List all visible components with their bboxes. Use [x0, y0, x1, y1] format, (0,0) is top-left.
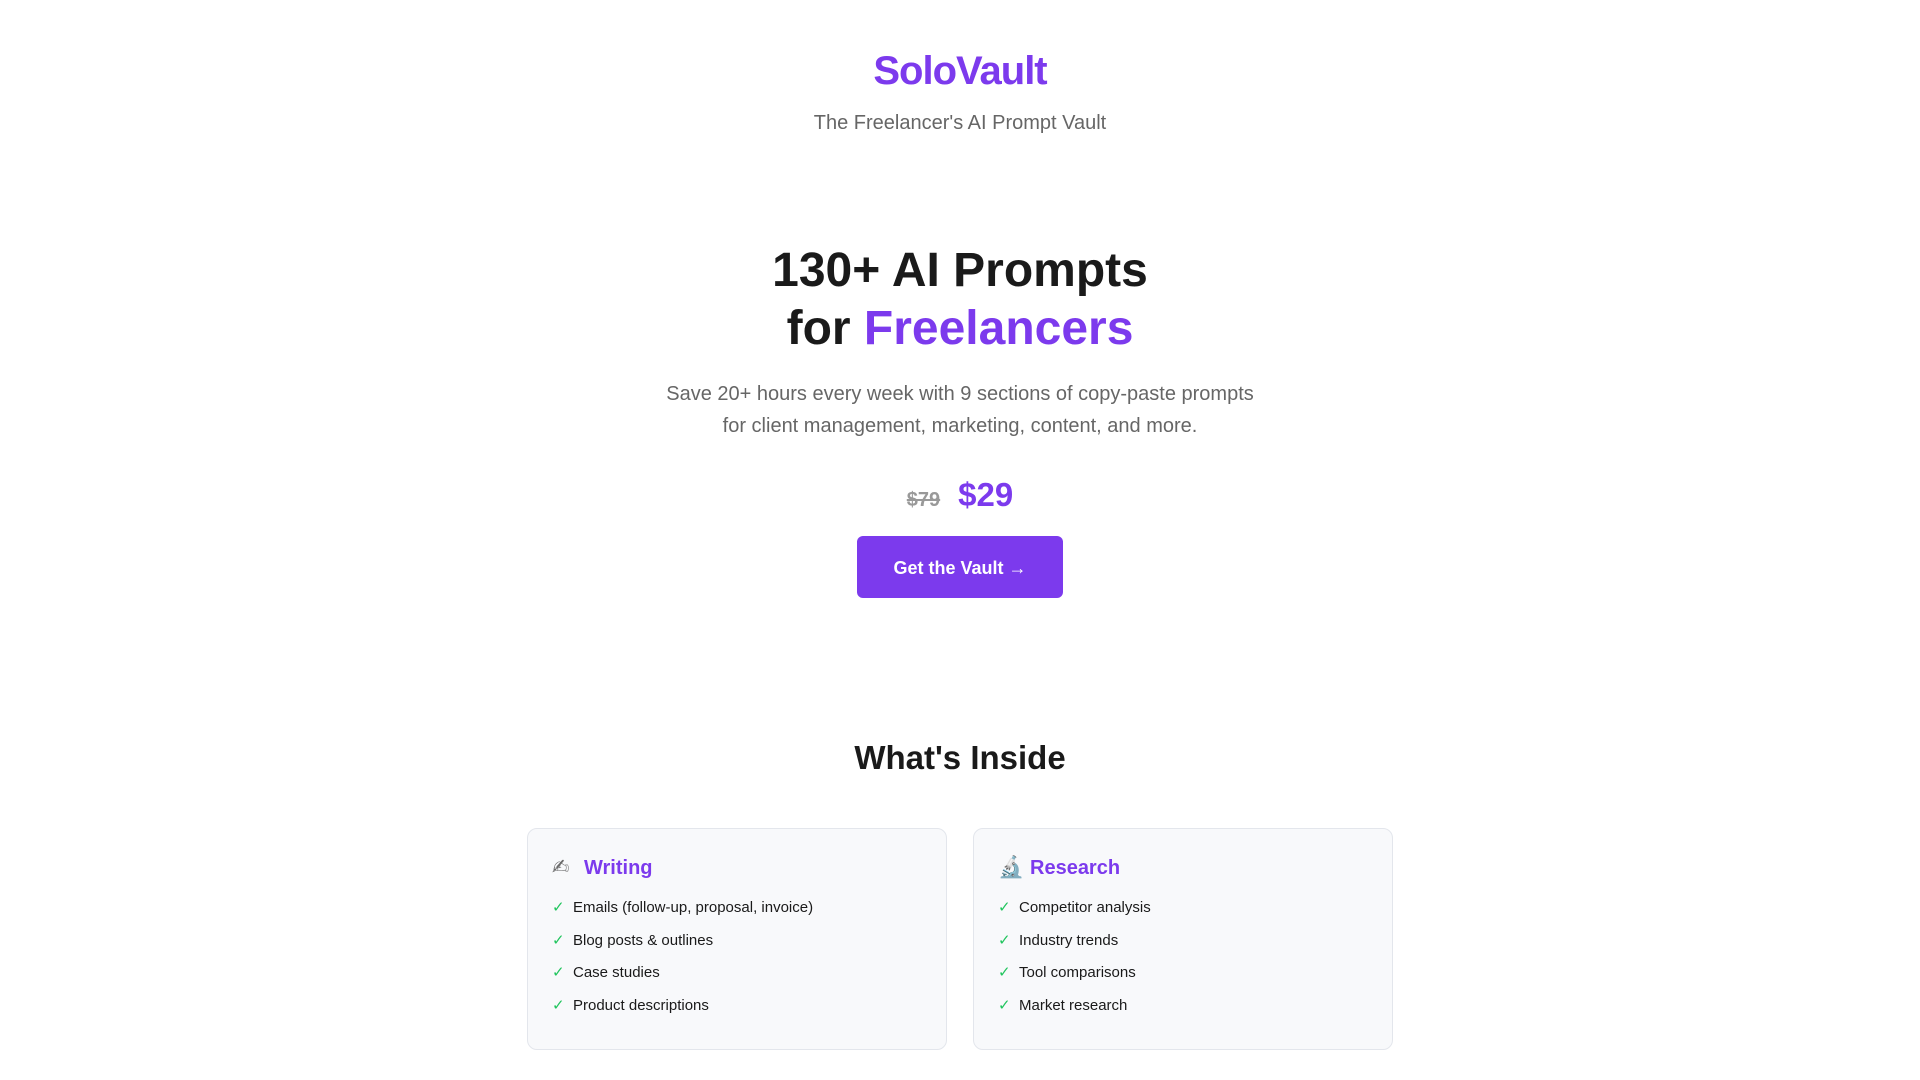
list-item: ✓ Blog posts & outlines	[552, 930, 922, 952]
list-item-label: Product descriptions	[573, 996, 709, 1014]
feature-cards: ✍ Writing ✓ Emails (follow-up, proposal, …	[0, 828, 1920, 1050]
microscope-icon: 🔬	[998, 856, 1025, 879]
checkmark-icon: ✓	[552, 964, 565, 981]
whats-inside-section: What's Inside ✍ Writing ✓ Emails (follow-…	[0, 738, 1920, 1050]
card-title: Writing	[584, 857, 653, 879]
list-item: ✓ Case studies	[552, 962, 922, 984]
card-header: ✍ Writing	[552, 855, 922, 881]
list-item-label: Industry trends	[1019, 931, 1119, 949]
checkmark-icon: ✓	[998, 931, 1011, 949]
hero-section: 130+ AI Prompts for Freelancers Save 20+…	[0, 242, 1920, 598]
list-item: ✓ Market research	[998, 995, 1368, 1017]
list-item: ✓ Industry trends	[998, 930, 1368, 952]
hero-title-line1: 130+ AI Prompts	[772, 244, 1148, 297]
card-feature-list: ✓ Competitor analysis ✓ Industry trends ✓ T…	[998, 897, 1368, 1017]
landing-page: SoloVault The Freelancer's AI Prompt Vau…	[0, 0, 1920, 1080]
list-item: ✓ Tool comparisons	[998, 962, 1368, 984]
list-item-label: Emails (follow-up, proposal, invoice)	[573, 899, 814, 916]
original-price: $79	[906, 489, 941, 511]
feature-card-writing: ✍ Writing ✓ Emails (follow-up, proposal, …	[527, 828, 947, 1050]
hero-title-line2-prefix: for	[786, 302, 864, 355]
feature-card-research: 🔬 Research ✓ Competitor analysis ✓ Industr…	[973, 828, 1393, 1050]
hero-title: 130+ AI Prompts for Freelancers	[0, 242, 1920, 358]
checkmark-icon: ✓	[998, 996, 1011, 1014]
checkmark-icon: ✓	[552, 899, 565, 916]
list-item-label: Case studies	[573, 964, 660, 981]
card-feature-list: ✓ Emails (follow-up, proposal, invoice) ✓…	[552, 897, 922, 1017]
hero-subtitle-line1: Save 20+ hours every week with 9 section…	[666, 383, 1254, 405]
get-the-vault-button[interactable]: Get the Vault →	[857, 536, 1063, 598]
list-item-label: Blog posts & outlines	[573, 931, 714, 949]
list-item: ✓ Competitor analysis	[998, 897, 1368, 919]
list-item: ✓ Emails (follow-up, proposal, invoice)	[552, 897, 922, 919]
list-item: ✓ Product descriptions	[552, 995, 922, 1017]
list-item-label: Competitor analysis	[1019, 899, 1151, 916]
sale-price: $29	[958, 476, 1014, 513]
checkmark-icon: ✓	[552, 996, 565, 1014]
checkmark-icon: ✓	[998, 964, 1011, 981]
site-header: SoloVault The Freelancer's AI Prompt Vau…	[0, 0, 1920, 136]
hero-subtitle-line2: for client management, marketing, conten…	[722, 415, 1198, 437]
list-item-label: Tool comparisons	[1019, 964, 1136, 981]
hero-subtitle: Save 20+ hours every week with 9 section…	[640, 378, 1280, 442]
list-item-label: Market research	[1019, 996, 1128, 1014]
brand-logo[interactable]: SoloVault	[0, 46, 1920, 96]
price-row: $79 $29	[0, 476, 1920, 514]
card-header: 🔬 Research	[998, 855, 1368, 881]
brand-tagline: The Freelancer's AI Prompt Vault	[813, 112, 1107, 134]
writing-hand-icon: ✍	[552, 856, 570, 879]
whats-inside-title: What's Inside	[854, 739, 1066, 776]
card-title: Research	[1030, 857, 1121, 879]
checkmark-icon: ✓	[552, 931, 565, 949]
checkmark-icon: ✓	[998, 899, 1011, 916]
hero-title-accent: Freelancers	[863, 302, 1134, 355]
